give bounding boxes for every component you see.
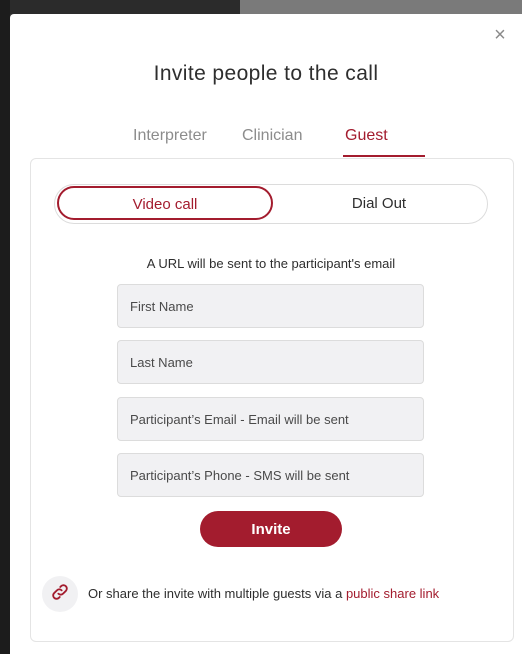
call-type-toggle: Video call Dial Out <box>54 184 488 224</box>
modal-title: Invite people to the call <box>153 62 379 85</box>
share-link-badge <box>42 576 78 612</box>
backdrop-left <box>0 0 10 654</box>
invite-tabs: Interpreter Clinician Guest <box>10 127 522 159</box>
invite-button[interactable]: Invite <box>200 511 342 547</box>
tab-guest[interactable]: Guest <box>345 127 388 145</box>
tab-interpreter[interactable]: Interpreter <box>133 127 207 145</box>
backdrop-strip <box>240 0 522 14</box>
share-invite-prefix: Or share the invite with multiple guests… <box>88 586 346 601</box>
phone-field[interactable] <box>117 453 424 497</box>
link-icon <box>50 582 70 607</box>
first-name-field[interactable] <box>117 284 424 328</box>
last-name-field[interactable] <box>117 340 424 384</box>
url-hint-text: A URL will be sent to the participant's … <box>146 256 396 271</box>
public-share-link[interactable]: public share link <box>346 586 439 601</box>
video-call-option[interactable]: Video call <box>57 186 273 220</box>
tab-clinician[interactable]: Clinician <box>242 127 302 145</box>
close-icon[interactable]: × <box>491 25 509 45</box>
active-tab-indicator <box>343 155 425 157</box>
dial-out-option[interactable]: Dial Out <box>271 185 487 223</box>
share-invite-text: Or share the invite with multiple guests… <box>88 586 439 601</box>
email-field[interactable] <box>117 397 424 441</box>
